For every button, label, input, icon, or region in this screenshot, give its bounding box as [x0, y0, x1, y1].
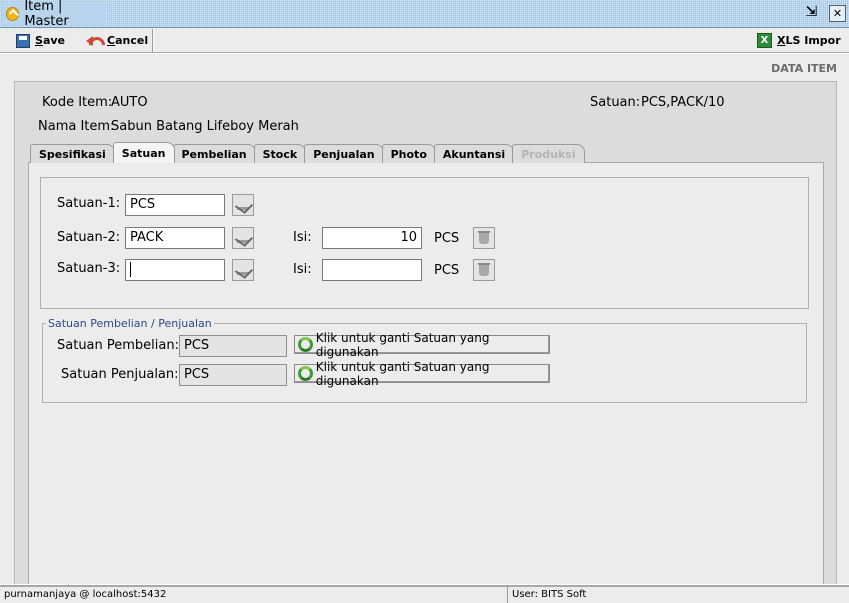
nama-item-label: Nama Item:: [38, 119, 115, 134]
window-title: Item | Master: [24, 0, 69, 29]
isi2-clear-icon[interactable]: [473, 227, 495, 249]
toolbar: Save Cancel X XLS Impor: [0, 28, 849, 53]
isi3-input[interactable]: [322, 259, 422, 281]
isi2-input[interactable]: 10: [322, 227, 422, 249]
tab-produksi: Produksi: [512, 144, 585, 163]
undo-icon: [86, 34, 102, 48]
satuan1-input[interactable]: PCS: [125, 194, 225, 216]
title-bar: Item | Master ⇲ ✕: [0, 0, 849, 29]
change-satuan-pembelian-button[interactable]: Klik untuk ganti Satuan yang digunakan: [294, 331, 550, 359]
tab-spesifikasi[interactable]: Spesifikasi: [30, 144, 115, 163]
save-disk-icon: [16, 33, 30, 48]
tab-penjualan[interactable]: Penjualan: [304, 144, 384, 163]
save-button-label: Save: [35, 34, 65, 47]
xls-import-button[interactable]: X XLS Impor: [757, 30, 841, 51]
tab-photo[interactable]: Photo: [381, 144, 436, 163]
status-bar: purnamanjaya @ localhost:5432 User: BITS…: [0, 585, 849, 603]
satuan3-input[interactable]: [125, 259, 225, 281]
isi2-unit: PCS: [434, 231, 460, 246]
satuan-penjualan-label: Satuan Penjualan:: [61, 367, 179, 382]
nama-item-value: Sabun Batang Lifeboy Merah: [111, 119, 299, 134]
excel-icon: X: [757, 33, 772, 48]
satuan3-label: Satuan-3:: [57, 261, 121, 276]
isi2-label: Isi:: [293, 230, 312, 245]
satuan-pembelian-field: PCS: [179, 335, 287, 357]
change-satuan-penjualan-button[interactable]: Klik untuk ganti Satuan yang digunakan: [294, 360, 550, 388]
tab-strip: Spesifikasi Satuan Pembelian Stock Penju…: [30, 142, 585, 164]
tab-satuan[interactable]: Satuan: [112, 142, 175, 163]
change-satuan-penjualan-label: Klik untuk ganti Satuan yang digunakan: [315, 359, 490, 388]
satuan2-pick-icon[interactable]: [232, 227, 254, 249]
toolbar-separator: [152, 29, 154, 52]
tab-stock[interactable]: Stock: [253, 144, 307, 163]
xls-import-label: XLS Impor: [777, 34, 841, 47]
isi3-label: Isi:: [293, 262, 312, 277]
tab-pembelian[interactable]: Pembelian: [172, 144, 256, 163]
window-title-box: Item | Master: [2, 0, 106, 29]
satuan-pembelian-label: Satuan Pembelian:: [57, 338, 179, 353]
section-label: DATA ITEM: [771, 62, 837, 75]
satuan-penjualan-field: PCS: [179, 364, 287, 386]
kode-item-value: AUTO: [111, 95, 148, 110]
satuan1-label: Satuan-1:: [57, 196, 121, 211]
refresh-icon: [298, 366, 313, 381]
satuan3-pick-icon[interactable]: [232, 259, 254, 281]
connection-status: purnamanjaya @ localhost:5432: [1, 587, 508, 603]
app-icon: [6, 7, 20, 21]
satuan-summary-value: PCS,PACK/10: [641, 95, 725, 110]
text-caret: [130, 262, 131, 277]
pembelian-penjualan-group-title: Satuan Pembelian / Penjualan: [46, 317, 214, 330]
close-window-icon[interactable]: ✕: [829, 5, 846, 22]
satuan2-label: Satuan-2:: [57, 230, 121, 245]
isi3-unit: PCS: [434, 263, 460, 278]
cancel-button[interactable]: Cancel: [86, 30, 148, 51]
restore-window-icon[interactable]: ⇲: [803, 5, 820, 22]
satuan-summary-label: Satuan:: [590, 95, 641, 110]
change-satuan-pembelian-label: Klik untuk ganti Satuan yang digunakan: [315, 330, 490, 359]
refresh-icon: [298, 337, 313, 352]
satuan2-input[interactable]: PACK: [125, 227, 225, 249]
save-button[interactable]: Save: [16, 30, 65, 51]
satuan1-pick-icon[interactable]: [232, 194, 254, 216]
user-status: User: BITS Soft: [512, 589, 587, 600]
kode-item-label: Kode Item:: [42, 95, 113, 110]
isi3-clear-icon[interactable]: [473, 259, 495, 281]
tab-akuntansi[interactable]: Akuntansi: [433, 144, 515, 163]
cancel-button-label: Cancel: [107, 34, 149, 47]
